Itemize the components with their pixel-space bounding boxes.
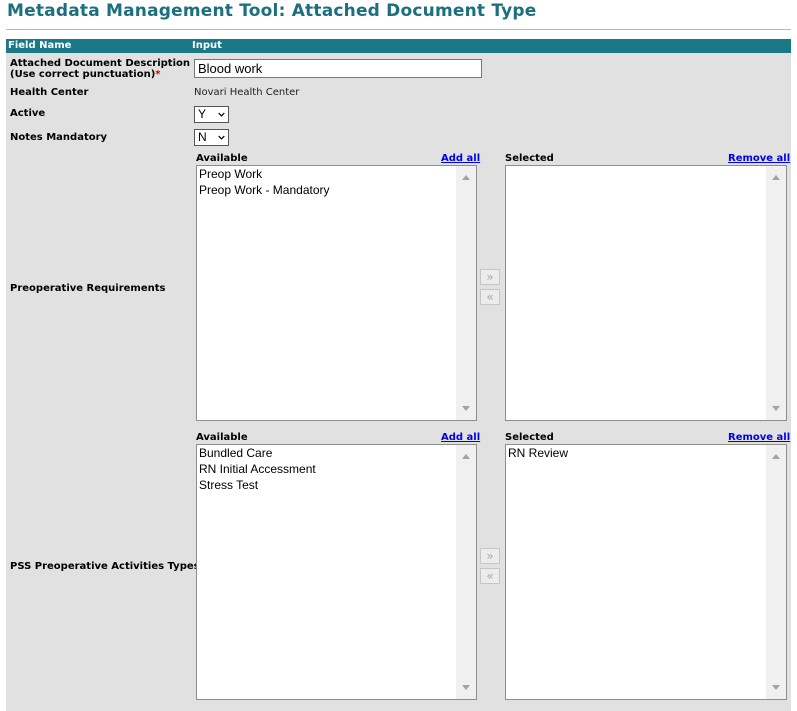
- scroll-up-arrow-icon[interactable]: [462, 175, 470, 180]
- health-center-value: Novari Health Center: [194, 87, 300, 98]
- pss-available-items: Bundled Care RN Initial Accessment Stress …: [197, 445, 456, 493]
- scrollbar[interactable]: [456, 445, 476, 699]
- chevron-down-icon: [218, 135, 225, 140]
- scroll-up-arrow-icon[interactable]: [462, 454, 470, 459]
- active-label: Active: [10, 108, 46, 119]
- preop-selected-label: Selected: [505, 153, 554, 164]
- list-item[interactable]: Preop Work - Mandatory: [197, 182, 456, 198]
- header-input: Input: [192, 40, 222, 51]
- required-marker: *: [155, 69, 161, 80]
- pss-selected-label: Selected: [505, 432, 554, 443]
- page-title: Metadata Management Tool: Attached Docum…: [7, 1, 537, 21]
- preop-selected-list[interactable]: [505, 165, 787, 421]
- scroll-down-arrow-icon[interactable]: [462, 685, 470, 690]
- table-header: Field Name Input: [6, 39, 791, 53]
- scroll-up-arrow-icon[interactable]: [772, 175, 780, 180]
- scroll-up-arrow-icon[interactable]: [772, 454, 780, 459]
- metadata-form: Field Name Input Attached Document Descr…: [6, 39, 791, 711]
- pss-move-right-button[interactable]: »: [480, 548, 500, 564]
- list-item[interactable]: Preop Work: [197, 166, 456, 182]
- scrollbar[interactable]: [766, 166, 786, 420]
- notes-mandatory-label: Notes Mandatory: [10, 132, 108, 143]
- chevron-down-icon: [218, 112, 225, 117]
- header-field-name: Field Name: [8, 40, 72, 51]
- notes-mandatory-select-value: N: [198, 130, 207, 144]
- pss-activities-label: PSS Preoperative Activities Types: [10, 561, 200, 572]
- title-divider: [6, 29, 791, 30]
- pss-add-all-link[interactable]: Add all: [441, 432, 480, 443]
- pss-remove-all-link[interactable]: Remove all: [728, 432, 790, 443]
- preop-move-left-button[interactable]: «: [480, 289, 500, 305]
- scroll-down-arrow-icon[interactable]: [772, 685, 780, 690]
- description-input[interactable]: Blood work: [194, 59, 482, 78]
- preop-requirements-label: Preoperative Requirements: [10, 283, 166, 294]
- pss-selected-list[interactable]: RN Review: [505, 444, 787, 700]
- pss-available-list[interactable]: Bundled Care RN Initial Accessment Stress …: [196, 444, 477, 700]
- notes-mandatory-select[interactable]: N: [194, 129, 229, 146]
- health-center-label: Health Center: [10, 87, 89, 98]
- list-item[interactable]: RN Review: [506, 445, 766, 461]
- list-item[interactable]: Stress Test: [197, 477, 456, 493]
- pss-move-left-button[interactable]: «: [480, 568, 500, 584]
- preop-available-items: Preop Work Preop Work - Mandatory: [197, 166, 456, 198]
- description-label: Attached Document Description (Use corre…: [10, 58, 190, 80]
- preop-move-right-button[interactable]: »: [480, 269, 500, 285]
- active-select[interactable]: Y: [194, 106, 229, 123]
- preop-add-all-link[interactable]: Add all: [441, 153, 480, 164]
- scrollbar[interactable]: [456, 166, 476, 420]
- list-item[interactable]: RN Initial Accessment: [197, 461, 456, 477]
- active-select-value: Y: [198, 107, 207, 121]
- pss-available-label: Available: [196, 432, 248, 443]
- preop-available-list[interactable]: Preop Work Preop Work - Mandatory: [196, 165, 477, 421]
- preop-available-label: Available: [196, 153, 248, 164]
- scrollbar[interactable]: [766, 445, 786, 699]
- scroll-down-arrow-icon[interactable]: [462, 406, 470, 411]
- list-item[interactable]: Bundled Care: [197, 445, 456, 461]
- scroll-down-arrow-icon[interactable]: [772, 406, 780, 411]
- preop-remove-all-link[interactable]: Remove all: [728, 153, 790, 164]
- pss-selected-items: RN Review: [506, 445, 766, 461]
